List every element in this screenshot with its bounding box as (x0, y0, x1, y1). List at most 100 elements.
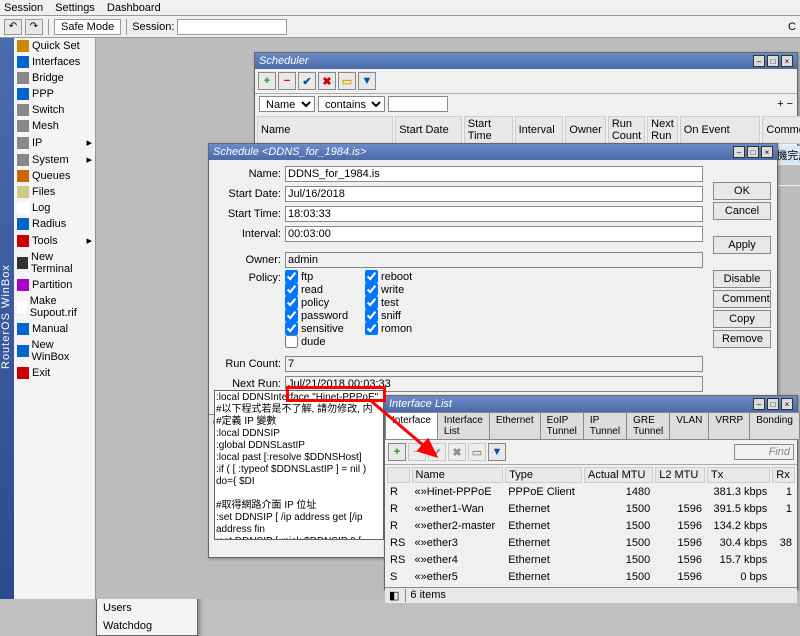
interval-input[interactable] (285, 226, 703, 242)
sidebar-item[interactable]: Manual (14, 321, 95, 337)
filter-value[interactable] (388, 96, 448, 112)
table-row[interactable]: RS«»ether3Ethernet1500159630.4 kbps38 (387, 536, 795, 551)
tab[interactable]: Bonding (749, 412, 800, 439)
safe-mode-button[interactable]: Safe Mode (54, 19, 121, 35)
sidebar-item[interactable]: New WinBox (14, 337, 95, 365)
tab[interactable]: Interface List (437, 412, 490, 439)
disable-button[interactable]: Disable (713, 270, 771, 288)
enable-button[interactable]: ✔ (428, 443, 446, 461)
disable-button[interactable]: ✖ (448, 443, 466, 461)
enable-button[interactable]: ✔ (298, 72, 316, 90)
tab[interactable]: EoIP Tunnel (540, 412, 584, 439)
sidebar-item[interactable]: Tools▸ (14, 232, 95, 249)
min-icon[interactable]: – (753, 398, 765, 410)
max-icon[interactable]: □ (767, 398, 779, 410)
filter-add[interactable]: + (777, 98, 783, 110)
close-icon[interactable]: × (761, 146, 773, 158)
tab[interactable]: Interface (385, 412, 438, 439)
sidebar-item[interactable]: Log (14, 200, 95, 216)
scheduler-titlebar[interactable]: Scheduler –□× (255, 53, 797, 69)
sidebar-item[interactable]: System▸ (14, 151, 95, 168)
submenu-item[interactable]: Users (97, 599, 197, 617)
submenu-item[interactable]: Watchdog (97, 617, 197, 635)
min-icon[interactable]: – (753, 55, 765, 67)
policy-check[interactable]: sniff (365, 309, 445, 322)
menu-session[interactable]: Session (4, 2, 43, 14)
comment-button[interactable]: ▭ (338, 72, 356, 90)
iface-table[interactable]: NameTypeActual MTUL2 MTUTxRx R«»Hinet-PP… (385, 465, 797, 587)
sidebar-item[interactable]: Switch (14, 102, 95, 118)
sidebar-item[interactable]: Quick Set (14, 38, 95, 54)
policy-check[interactable]: policy (285, 296, 365, 309)
sidebar-item[interactable]: Mesh (14, 118, 95, 134)
policy-check[interactable]: ftp (285, 270, 365, 283)
close-icon[interactable]: × (781, 398, 793, 410)
policy-check[interactable]: romon (365, 322, 445, 335)
sidebar-item[interactable]: Files (14, 184, 95, 200)
table-row[interactable]: S«»ether5Ethernet150015960 bps (387, 570, 795, 585)
remove-button[interactable]: Remove (713, 330, 771, 348)
max-icon[interactable]: □ (767, 55, 779, 67)
filter-field[interactable]: Name (259, 96, 315, 112)
add-button[interactable]: + (258, 72, 276, 90)
policy-check[interactable]: dude (285, 335, 365, 348)
session-label: Session: (132, 21, 174, 33)
find-input[interactable]: Find (734, 444, 794, 460)
cancel-button[interactable]: Cancel (713, 202, 771, 220)
iface-titlebar[interactable]: Interface List –□× (385, 396, 797, 412)
copy-button[interactable]: Copy (713, 310, 771, 328)
sidebar-item[interactable]: IP▸ (14, 134, 95, 151)
policy-check[interactable]: write (365, 283, 445, 296)
sidebar-item[interactable]: Make Supout.rif (14, 293, 95, 321)
sidebar-item[interactable]: Bridge (14, 70, 95, 86)
sidebar-item[interactable]: Interfaces (14, 54, 95, 70)
apply-button[interactable]: Apply (713, 236, 771, 254)
policy-check[interactable]: read (285, 283, 365, 296)
undo-button[interactable]: ↶ (4, 19, 22, 35)
comment-button[interactable]: ▭ (468, 443, 486, 461)
table-row[interactable]: R«»Hinet-PPPoEPPPoE Client1480381.3 kbps… (387, 485, 795, 500)
policy-check[interactable]: test (365, 296, 445, 309)
redo-button[interactable]: ↷ (25, 19, 43, 35)
filter-op[interactable]: contains (318, 96, 385, 112)
sidebar-item[interactable]: Exit (14, 365, 95, 381)
sidebar-item[interactable]: Queues (14, 168, 95, 184)
max-icon[interactable]: □ (747, 146, 759, 158)
table-row[interactable]: RS«»ether4Ethernet1500159615.7 kbps (387, 553, 795, 568)
sidebar-item[interactable]: PPP (14, 86, 95, 102)
disable-button[interactable]: ✖ (318, 72, 336, 90)
tab[interactable]: Ethernet (489, 412, 541, 439)
comment-button[interactable]: Comment (713, 290, 771, 308)
menu-settings[interactable]: Settings (55, 2, 95, 14)
sidebar-item[interactable]: Partition (14, 277, 95, 293)
edit-titlebar[interactable]: Schedule <DDNS_for_1984.is> –□× (209, 144, 777, 160)
close-icon[interactable]: × (781, 55, 793, 67)
startdate-input[interactable] (285, 186, 703, 202)
remove-button[interactable]: − (408, 443, 426, 461)
tab[interactable]: GRE Tunnel (626, 412, 670, 439)
policy-check[interactable]: password (285, 309, 365, 322)
policy-check[interactable]: sensitive (285, 322, 365, 335)
add-button[interactable]: + (388, 443, 406, 461)
ok-button[interactable]: OK (713, 182, 771, 200)
tab[interactable]: VLAN (669, 412, 709, 439)
policy-check[interactable]: reboot (365, 270, 445, 283)
menu-dashboard[interactable]: Dashboard (107, 2, 161, 14)
tab[interactable]: VRRP (708, 412, 750, 439)
sidebar: Quick SetInterfacesBridgePPPSwitchMeshIP… (14, 38, 96, 599)
table-row[interactable]: R«»ether2-masterEthernet15001596134.2 kb… (387, 519, 795, 534)
starttime-input[interactable] (285, 206, 703, 222)
min-icon[interactable]: – (733, 146, 745, 158)
iface-title: Interface List (389, 398, 452, 410)
sidebar-item[interactable]: New Terminal (14, 249, 95, 277)
filter-button[interactable]: ▼ (358, 72, 376, 90)
remove-button[interactable]: − (278, 72, 296, 90)
name-label: Name: (217, 168, 281, 180)
tab[interactable]: IP Tunnel (583, 412, 627, 439)
filter-button[interactable]: ▼ (488, 443, 506, 461)
name-input[interactable] (285, 166, 703, 182)
filter-remove[interactable]: − (787, 98, 793, 110)
table-row[interactable]: R«»ether1-WanEthernet15001596391.5 kbps1 (387, 502, 795, 517)
script-editor[interactable]: :local DDNSInterface "Hinet-PPPoE"#以下程式若… (214, 390, 384, 540)
sidebar-item[interactable]: Radius (14, 216, 95, 232)
